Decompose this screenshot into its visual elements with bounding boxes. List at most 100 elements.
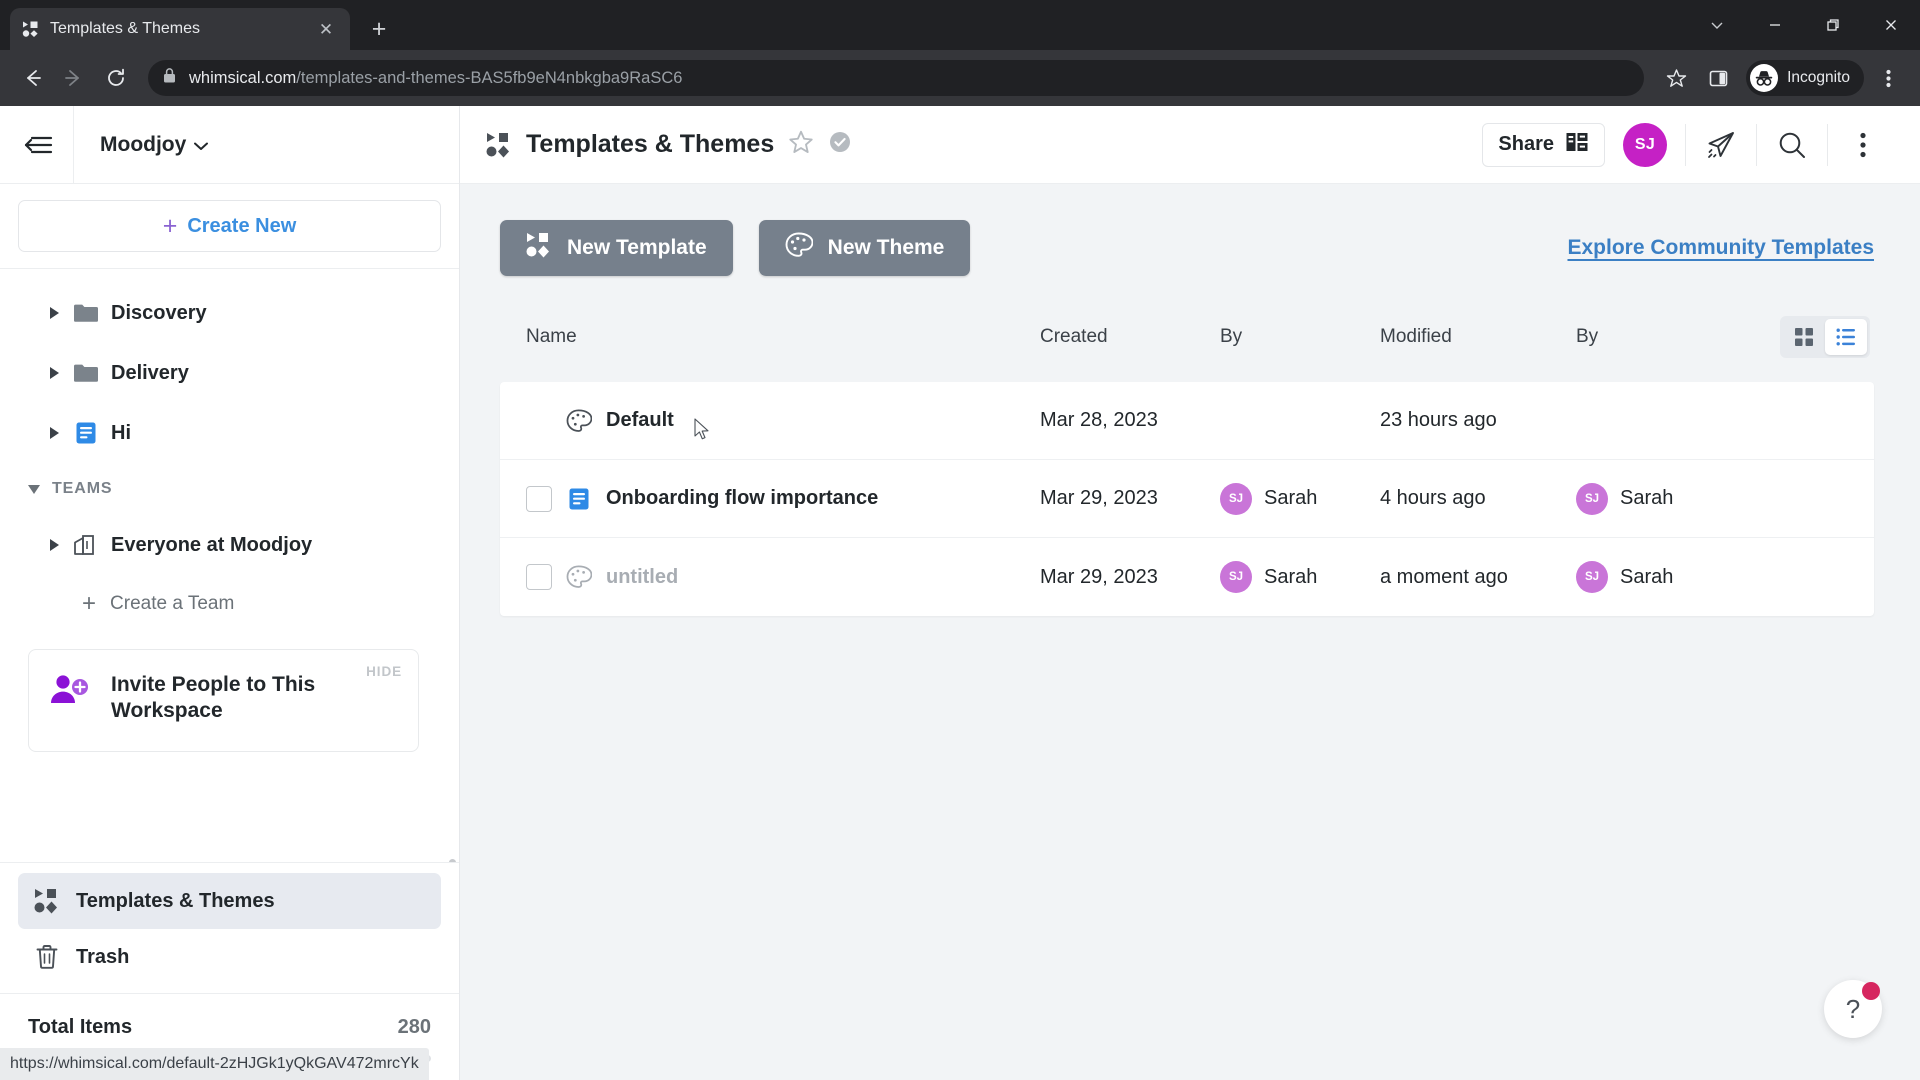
- row-created-by-name: Sarah: [1264, 565, 1318, 588]
- column-header-modified[interactable]: Modified: [1380, 316, 1576, 382]
- share-button[interactable]: Share: [1482, 122, 1605, 167]
- star-icon[interactable]: [1658, 60, 1694, 96]
- row-checkbox[interactable]: [526, 564, 552, 590]
- workspace-name: Moodjoy: [100, 132, 187, 156]
- new-tab-button[interactable]: +: [362, 12, 396, 46]
- help-button[interactable]: ?: [1824, 980, 1882, 1038]
- paper-plane-icon[interactable]: [1686, 115, 1756, 175]
- sidebar-item-trash[interactable]: Trash: [18, 929, 441, 985]
- check-badge-icon[interactable]: [828, 130, 852, 159]
- row-name-cell[interactable]: Onboarding flow importance: [500, 485, 1040, 512]
- collapse-sidebar-icon[interactable]: [0, 105, 74, 184]
- new-theme-button[interactable]: New Theme: [758, 220, 971, 276]
- sidebar-item-templates-and-themes[interactable]: Templates & Themes: [18, 873, 441, 929]
- sidebar-item-discovery[interactable]: Discovery: [0, 283, 459, 343]
- row-name-cell[interactable]: untitled: [500, 564, 1040, 590]
- address-bar[interactable]: whimsical.com/templates-and-themes-BAS5f…: [148, 60, 1645, 96]
- sidebar-scrollbar[interactable]: [449, 859, 456, 862]
- three-dot-menu-icon[interactable]: [1828, 115, 1898, 175]
- forward-icon[interactable]: [56, 60, 92, 96]
- table-row[interactable]: Onboarding flow importance Mar 29, 2023 SJ…: [500, 460, 1874, 538]
- browser-tab[interactable]: Templates & Themes ✕: [10, 8, 350, 50]
- reload-icon[interactable]: [98, 60, 134, 96]
- add-person-icon: [49, 672, 93, 713]
- incognito-icon: [1750, 64, 1779, 92]
- row-name-cell[interactable]: Default: [500, 408, 1040, 434]
- tab-search-icon[interactable]: [1688, 0, 1746, 50]
- row-name: Default: [606, 409, 674, 431]
- row-created-by: SJ Sarah: [1220, 561, 1380, 593]
- sidebar-item-everyone-at-moodjoy[interactable]: Everyone at Moodjoy: [0, 515, 459, 575]
- window-controls: [1688, 0, 1920, 50]
- create-new-section: + Create New: [0, 184, 459, 269]
- workspace-switcher[interactable]: Moodjoy: [74, 132, 209, 157]
- tab-title: Templates & Themes: [50, 20, 200, 37]
- three-dot-menu-icon[interactable]: [1870, 60, 1906, 96]
- back-icon[interactable]: [14, 60, 50, 96]
- total-items-label: Total Items: [28, 1016, 133, 1038]
- chevron-right-icon[interactable]: [50, 539, 59, 551]
- browser-window: Templates & Themes ✕ + whimsical.com/tem…: [0, 0, 1920, 1080]
- plus-icon: +: [162, 211, 178, 240]
- avatar: SJ: [1220, 482, 1252, 515]
- minimize-icon[interactable]: [1746, 0, 1804, 50]
- close-icon[interactable]: ✕: [314, 17, 338, 41]
- row-checkbox[interactable]: [526, 485, 552, 512]
- templates-icon: [34, 888, 60, 914]
- create-new-button[interactable]: + Create New: [18, 200, 441, 252]
- chevron-right-icon[interactable]: [50, 427, 59, 439]
- row-modified: 23 hours ago: [1380, 409, 1497, 431]
- main-content: Templates & Themes Share SJ New Template…: [460, 106, 1920, 1080]
- hide-invite-button[interactable]: HIDE: [366, 664, 402, 679]
- restore-icon[interactable]: [1804, 0, 1862, 50]
- app-sidebar: Moodjoy + Create New Discovery Delivery …: [0, 105, 460, 1080]
- share-board-icon: [1565, 131, 1589, 159]
- column-header-name[interactable]: Name: [500, 316, 1040, 382]
- search-icon[interactable]: [1757, 115, 1827, 175]
- avatar: SJ: [1576, 482, 1608, 515]
- doc-blue-icon: [566, 486, 592, 512]
- folder-icon: [73, 360, 99, 386]
- sidebar-item-hi[interactable]: Hi: [0, 403, 459, 463]
- status-bar: https://whimsical.com/default-2zHJGk1yQk…: [0, 1048, 429, 1080]
- total-items-value: 280: [397, 1016, 431, 1038]
- new-theme-label: New Theme: [827, 236, 945, 259]
- templates-icon: [526, 232, 552, 264]
- explore-community-templates-link[interactable]: Explore Community Templates: [1567, 236, 1874, 260]
- grid-view-icon[interactable]: [1783, 319, 1825, 355]
- folder-icon: [73, 300, 99, 326]
- sidebar-item-label: Delivery: [111, 361, 189, 384]
- close-window-icon[interactable]: [1862, 0, 1920, 50]
- url-domain: whimsical.com: [189, 68, 297, 87]
- chevron-right-icon[interactable]: [50, 307, 59, 319]
- row-created: Mar 29, 2023: [1040, 487, 1158, 509]
- list-view-icon[interactable]: [1825, 319, 1867, 355]
- palette-icon: [566, 564, 592, 590]
- palette-icon: [566, 408, 592, 434]
- team-icon: [73, 532, 99, 558]
- plus-icon: +: [82, 590, 97, 617]
- chevron-right-icon[interactable]: [50, 367, 59, 379]
- templates-content: New Template New Theme Explore Community…: [460, 184, 1920, 1080]
- avatar: SJ: [1576, 561, 1608, 593]
- side-panel-icon[interactable]: [1700, 60, 1736, 96]
- page-title: Templates & Themes: [526, 130, 775, 158]
- teams-section-header[interactable]: TEAMS: [0, 463, 459, 515]
- create-a-team-button[interactable]: + Create a Team: [0, 575, 459, 633]
- tab-strip: Templates & Themes ✕ +: [0, 0, 1920, 50]
- sidebar-item-label: Templates & Themes: [76, 889, 275, 912]
- sidebar-bottom-nav: Templates & Themes Trash: [0, 862, 459, 985]
- star-outline-icon[interactable]: [788, 129, 814, 160]
- invite-people-card[interactable]: HIDE Invite People to This Workspace: [28, 649, 419, 752]
- column-header-created[interactable]: Created: [1040, 316, 1220, 382]
- sidebar-item-label: Trash: [76, 945, 130, 968]
- chevron-down-icon: [194, 133, 209, 157]
- avatar[interactable]: SJ: [1623, 122, 1667, 167]
- incognito-indicator[interactable]: Incognito: [1746, 60, 1864, 96]
- new-template-button[interactable]: New Template: [500, 220, 733, 276]
- sidebar-item-delivery[interactable]: Delivery: [0, 343, 459, 403]
- column-header-created-by[interactable]: By: [1220, 316, 1380, 382]
- table-row[interactable]: untitled Mar 29, 2023 SJ Sarah a moment ago S…: [500, 538, 1874, 616]
- templates-table: Name Created By Modified By: [500, 316, 1874, 382]
- column-header-modified-by[interactable]: By: [1576, 316, 1746, 382]
